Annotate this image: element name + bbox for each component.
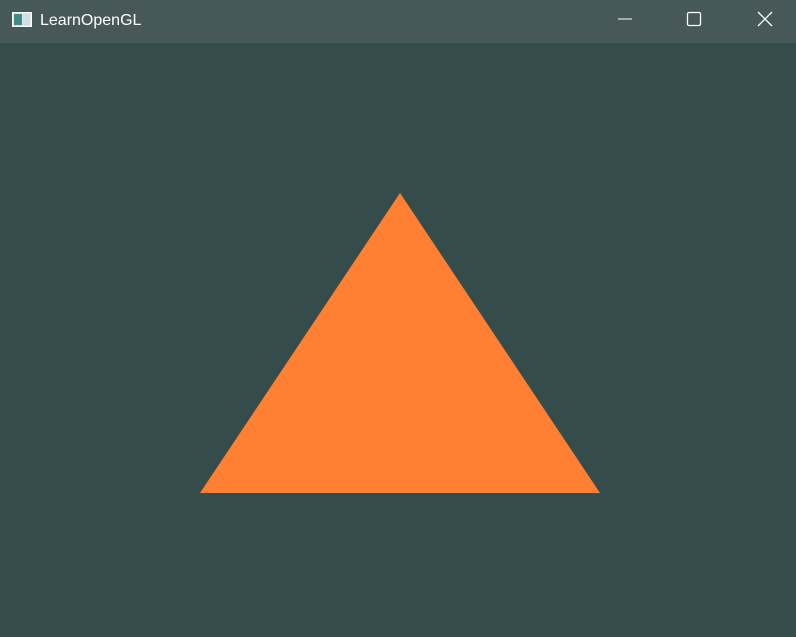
app-window: LearnOpenGL [0,0,796,637]
window-title: LearnOpenGL [40,12,142,29]
render-canvas [0,43,796,637]
maximize-icon [686,11,702,32]
maximize-button[interactable] [671,0,717,43]
minimize-button[interactable] [602,0,648,43]
close-icon [756,10,774,33]
minimize-icon [617,11,633,32]
title-bar[interactable]: LearnOpenGL [0,0,796,43]
close-button[interactable] [742,0,788,43]
opengl-viewport[interactable] [0,43,796,637]
window-app-icon [12,12,32,27]
